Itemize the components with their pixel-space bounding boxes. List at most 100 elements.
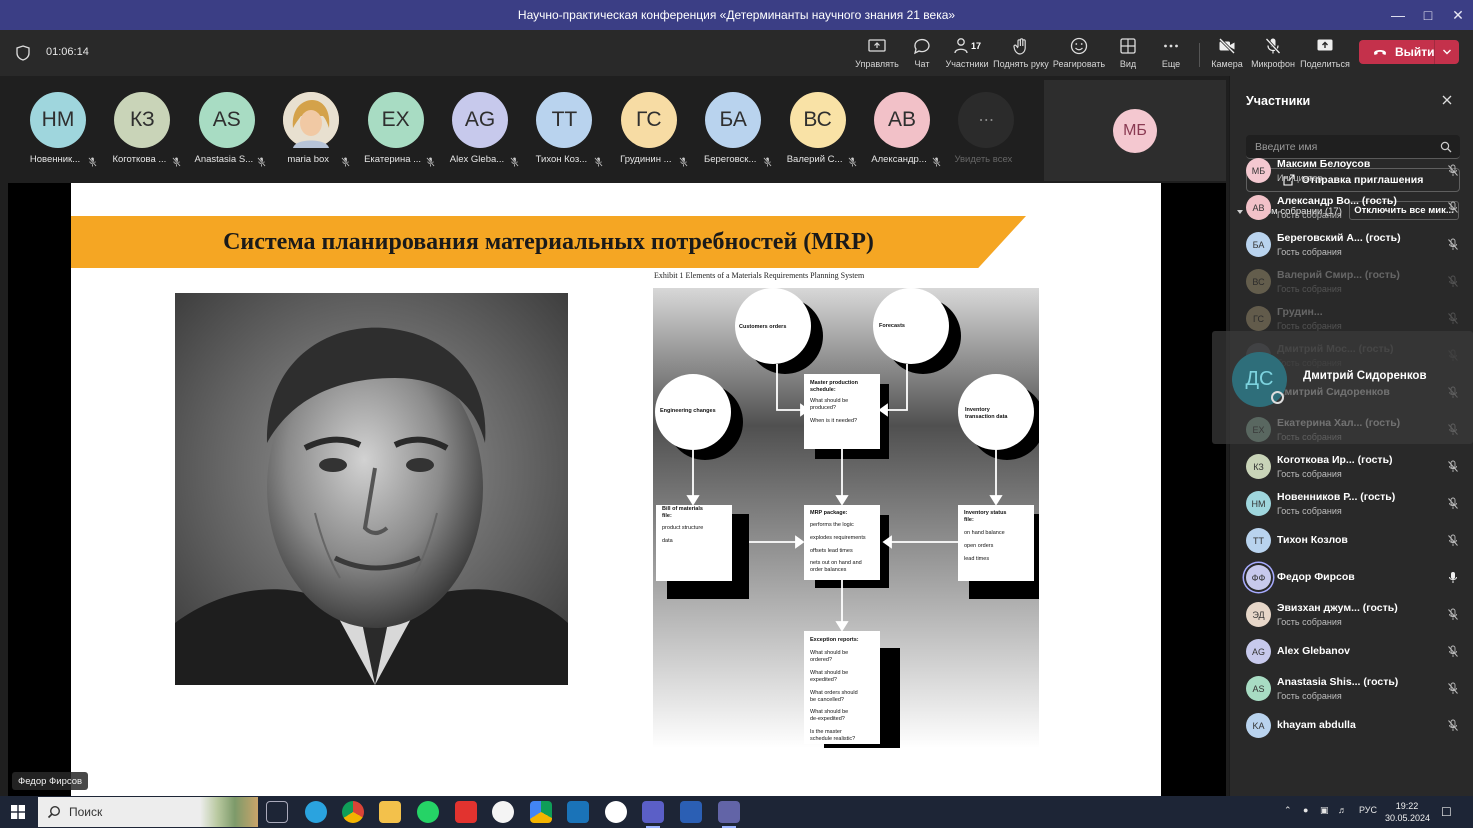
participant-row[interactable]: ВС Валерий Смир... (гость) Гость собрания: [1230, 263, 1473, 300]
window-title: Научно-практическая конференция «Детерми…: [517, 8, 956, 22]
participant-name: Тихон Коз...: [535, 154, 588, 165]
mps-line4: produced?: [810, 405, 836, 411]
participant-row[interactable]: AG Alex Glebanov: [1230, 633, 1473, 670]
whatsapp-icon[interactable]: [417, 801, 439, 823]
mic-off-icon[interactable]: [1447, 201, 1459, 214]
store-icon[interactable]: [567, 801, 589, 823]
chevron-down-icon[interactable]: [1441, 46, 1453, 58]
participant-tile[interactable]: КЗ Коготкова ...: [102, 92, 182, 172]
chat-icon: [914, 38, 930, 55]
mic-off-icon[interactable]: [1447, 460, 1459, 473]
self-video-tile[interactable]: МБ: [1044, 80, 1226, 181]
portrait-photo: [175, 293, 568, 685]
tray-chevron-icon[interactable]: ⌃: [1284, 805, 1292, 816]
mps-line1: Master production: [810, 380, 859, 386]
participant-hover-card: ДС Дмитрий Сидоренков: [1212, 331, 1473, 444]
participant-tile[interactable]: AG Alex Gleba...: [440, 92, 520, 172]
participant-row[interactable]: АВ Александр Во... (гость) Гость собрания: [1230, 189, 1473, 226]
mic-off-icon[interactable]: [1447, 497, 1459, 510]
participant-tile[interactable]: БА Береговск...: [693, 92, 773, 172]
participant-tile[interactable]: ВС Валерий С...: [778, 92, 858, 172]
participant-tile[interactable]: АВ Александр...: [862, 92, 942, 172]
mic-label: Микрофон: [1251, 59, 1295, 69]
leave-separator: [1434, 40, 1435, 64]
participant-avatar: НМ: [30, 92, 86, 148]
chrome-icon[interactable]: [342, 801, 364, 823]
participant-row[interactable]: ТТ Тихон Козлов: [1230, 522, 1473, 559]
mic-off-icon[interactable]: [1447, 312, 1459, 325]
windows-start-icon[interactable]: [11, 805, 25, 819]
mic-button[interactable]: Микрофон: [1244, 36, 1302, 72]
taskbar-clock[interactable]: 19:22 30.05.2024: [1385, 800, 1430, 824]
mic-off-icon: [763, 154, 772, 167]
participant-avatar: КЗ: [114, 92, 171, 148]
mic-off-icon[interactable]: [1447, 164, 1459, 177]
minimize-icon[interactable]: —: [1383, 0, 1413, 30]
exceptions-line7: be cancelled?: [810, 697, 844, 703]
mic-off-icon: [88, 154, 97, 167]
raise-hand-button[interactable]: Поднять руку: [992, 36, 1050, 72]
participant-row[interactable]: ФФ Федор Фирсов: [1230, 559, 1473, 596]
participant-tile[interactable]: НМ Новенник...: [18, 92, 98, 172]
maximize-icon[interactable]: □: [1413, 0, 1443, 30]
mrp-line4: offsets lead times: [810, 548, 853, 554]
leave-label: Выйти: [1395, 45, 1435, 59]
taskbar-search[interactable]: Поиск: [38, 797, 258, 827]
mic-off-icon[interactable]: [1447, 238, 1459, 251]
participant-row[interactable]: НМ Новенников Р... (гость) Гость собрания: [1230, 485, 1473, 522]
see-all-tile[interactable]: ⋯ Увидеть всех: [946, 92, 1026, 172]
share-label: Поделиться: [1300, 59, 1350, 69]
teams-classic-icon[interactable]: [718, 801, 740, 828]
participant-tile[interactable]: ГС Грудинин ...: [609, 92, 689, 172]
telegram-icon[interactable]: [305, 801, 327, 823]
mic-off-icon: [594, 154, 604, 167]
presentation-slide: Система планирования материальных потреб…: [71, 183, 1161, 796]
tray-network-icon[interactable]: ▣: [1320, 805, 1329, 816]
participant-row[interactable]: БА Береговский А... (гость) Гость собрания: [1230, 226, 1473, 263]
people-button[interactable]: 17 Участники: [938, 36, 996, 78]
mic-off-icon[interactable]: [1447, 534, 1459, 547]
participant-tile[interactable]: ТТ Тихон Коз...: [524, 92, 604, 172]
close-icon[interactable]: [1441, 94, 1453, 106]
participant-row[interactable]: КЗ Коготкова Ир... (гость) Гость собрания: [1230, 448, 1473, 485]
close-window-icon[interactable]: ✕: [1443, 0, 1473, 30]
participant-row[interactable]: ЭД Эвизхан джум... (гость) Гость собрания: [1230, 596, 1473, 633]
participant-role: Гость собрания: [1277, 284, 1342, 294]
mic-off-icon[interactable]: [1447, 645, 1459, 658]
tray-volume-icon[interactable]: ♬: [1338, 805, 1347, 815]
word-icon[interactable]: [680, 801, 702, 823]
participant-tile[interactable]: AS Anastasia S...: [187, 92, 267, 172]
notifications-icon[interactable]: ☐: [1441, 805, 1452, 819]
mic-off-icon[interactable]: [1447, 719, 1459, 732]
participant-avatar: МБ: [1246, 158, 1271, 183]
tray-language[interactable]: РУС: [1359, 805, 1377, 815]
slide-title: Система планирования материальных потреб…: [223, 228, 874, 255]
more-button[interactable]: Еще: [1142, 36, 1200, 72]
mic-off-icon: [341, 154, 350, 167]
participant-avatar: АВ: [1246, 195, 1271, 220]
teams-icon[interactable]: [642, 801, 664, 828]
yandex-browser-icon[interactable]: [605, 801, 627, 823]
mouse-cursor-icon: [1271, 391, 1284, 404]
participant-name: Alex Glebanov: [1277, 645, 1350, 657]
participant-tile[interactable]: maria box: [271, 92, 351, 172]
participant-avatar: AS: [1246, 676, 1271, 701]
task-view-icon[interactable]: [266, 801, 288, 823]
file-explorer-icon[interactable]: [379, 801, 401, 823]
leave-button[interactable]: Выйти: [1359, 40, 1459, 64]
itunes-icon[interactable]: [492, 801, 514, 823]
mic-off-icon[interactable]: [1447, 608, 1459, 621]
participant-row[interactable]: KA khayam abdulla: [1230, 707, 1473, 744]
anydesk-icon[interactable]: [455, 801, 477, 823]
participant-tile[interactable]: ЕХ Екатерина ...: [356, 92, 436, 172]
mic-on-icon[interactable]: [1447, 571, 1459, 584]
mic-off-icon: [510, 154, 519, 167]
participant-row[interactable]: МБ Максим Белоусов Инициатор: [1230, 152, 1473, 189]
participant-avatar: ТТ: [536, 92, 593, 148]
participant-row[interactable]: AS Anastasia Shis... (гость) Гость собрани…: [1230, 670, 1473, 707]
share-button[interactable]: Поделиться: [1296, 36, 1354, 72]
google-drive-icon[interactable]: [530, 801, 552, 823]
mic-off-icon[interactable]: [1447, 682, 1459, 695]
participant-avatar: ФФ: [1246, 565, 1271, 590]
mic-off-icon[interactable]: [1447, 275, 1459, 288]
